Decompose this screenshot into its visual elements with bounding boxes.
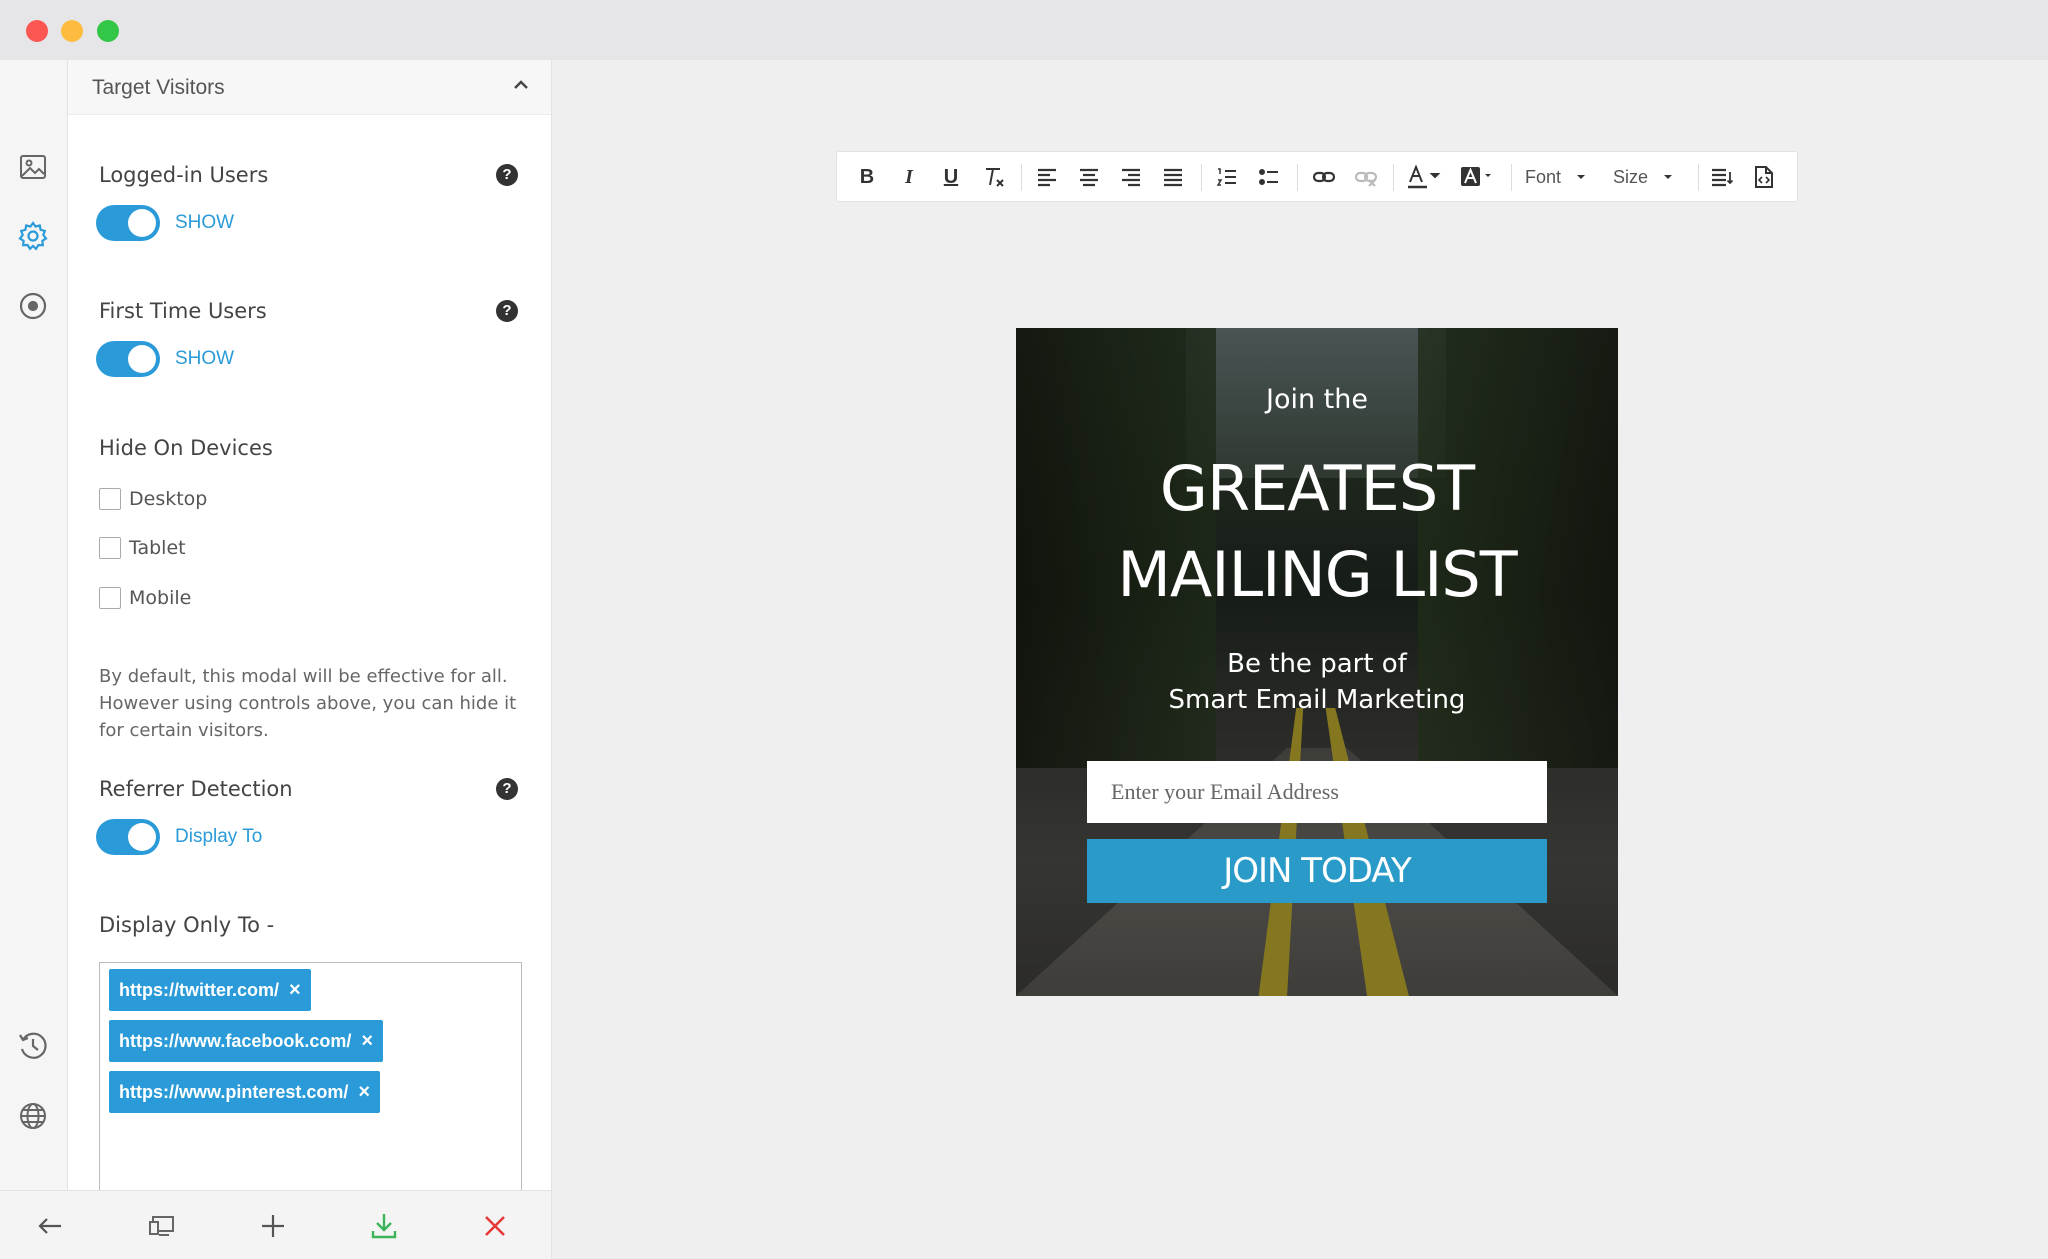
icon-rail <box>0 60 68 1190</box>
toolbar-divider <box>1297 164 1298 191</box>
size-dropdown[interactable]: Size <box>1613 162 1683 192</box>
link-icon[interactable] <box>1309 162 1339 192</box>
action-bar <box>0 1190 552 1259</box>
logged-in-help-icon[interactable]: ? <box>496 164 518 186</box>
toolbar-divider <box>1201 164 1202 191</box>
referrer-detection-label: Referrer Detection <box>99 777 293 801</box>
image-icon[interactable] <box>14 148 52 186</box>
source-code-icon[interactable] <box>1749 162 1779 192</box>
window-close-button[interactable] <box>26 20 48 42</box>
size-caret-icon <box>1664 175 1673 179</box>
logged-in-users-toggle[interactable] <box>96 205 160 241</box>
underline-button[interactable]: U <box>938 162 964 192</box>
display-only-to-label: Display Only To - <box>99 913 275 937</box>
first-time-help-icon[interactable]: ? <box>496 300 518 322</box>
history-icon[interactable] <box>14 1027 52 1065</box>
italic-button[interactable]: I <box>896 162 922 192</box>
desktop-checkbox-label: Desktop <box>129 488 208 510</box>
help-note: By default, this modal will be effective… <box>99 666 517 741</box>
url-tag-text: https://www.facebook.com/ <box>119 1031 352 1051</box>
size-dropdown-label: Size <box>1613 166 1649 187</box>
download-icon[interactable] <box>367 1209 401 1243</box>
hide-on-devices-label: Hide On Devices <box>99 436 273 460</box>
toolbar-divider <box>1511 164 1512 191</box>
popup-subtitle[interactable]: Be the part of Smart Email Marketing <box>1016 646 1618 718</box>
bold-button[interactable]: B <box>854 162 880 192</box>
clear-format-icon[interactable] <box>979 162 1009 192</box>
tablet-checkbox[interactable] <box>99 537 121 559</box>
tablet-checkbox-label: Tablet <box>129 537 186 559</box>
globe-icon[interactable] <box>14 1097 52 1135</box>
referrer-toggle-text: Display To <box>175 826 263 847</box>
join-today-button[interactable]: JOIN TODAY <box>1087 839 1547 903</box>
toggle-knob <box>128 345 156 373</box>
url-tag: https://www.facebook.com/ × <box>109 1020 384 1062</box>
toolbar-divider <box>1393 164 1394 191</box>
title-bar <box>0 0 2048 60</box>
settings-panel: Target Visitors Logged-in Users ? SHOW F… <box>68 60 552 1190</box>
devices-icon[interactable] <box>145 1209 179 1243</box>
mobile-checkbox-label: Mobile <box>129 587 192 609</box>
logged-in-toggle-text: SHOW <box>175 212 235 233</box>
chevron-up-icon[interactable] <box>510 74 532 96</box>
email-field[interactable] <box>1087 761 1547 823</box>
remove-tag-icon[interactable]: × <box>358 1071 370 1113</box>
bullet-list-icon[interactable] <box>1255 162 1283 192</box>
mobile-checkbox[interactable] <box>99 587 121 609</box>
align-center-icon[interactable] <box>1075 162 1103 192</box>
align-right-icon[interactable] <box>1117 162 1145 192</box>
remove-tag-icon[interactable]: × <box>361 1020 373 1062</box>
url-tag-text: https://www.pinterest.com/ <box>119 1082 349 1102</box>
url-tag-input[interactable]: https://twitter.com/ × https://www.facebo… <box>99 962 522 1190</box>
plus-icon[interactable] <box>256 1209 290 1243</box>
section-header-target-visitors[interactable]: Target Visitors <box>68 60 551 115</box>
font-dropdown-label: Font <box>1525 166 1562 187</box>
gear-icon[interactable] <box>14 217 52 255</box>
url-tag: https://www.pinterest.com/ × <box>109 1071 381 1113</box>
url-tag: https://twitter.com/ × <box>109 969 311 1011</box>
remove-tag-icon[interactable]: × <box>289 969 301 1011</box>
window-minimize-button[interactable] <box>61 20 83 42</box>
first-time-users-toggle[interactable] <box>96 341 160 377</box>
align-left-icon[interactable] <box>1033 162 1061 192</box>
toolbar-divider <box>1698 164 1699 191</box>
url-tag-text: https://twitter.com/ <box>119 980 280 1000</box>
background-color-icon[interactable] <box>1458 162 1498 192</box>
text-toolbar: B I U Font Size <box>836 151 1798 202</box>
font-dropdown[interactable]: Font <box>1525 162 1595 192</box>
popup-headline[interactable]: GREATEST MAILING LIST <box>1016 446 1618 618</box>
logged-in-users-label: Logged-in Users <box>99 163 269 187</box>
target-icon[interactable] <box>14 287 52 325</box>
app-window: Target Visitors Logged-in Users ? SHOW F… <box>0 0 2048 1259</box>
optin-popup[interactable]: Join the GREATEST MAILING LIST Be the pa… <box>1016 328 1618 996</box>
popup-headline-line2: MAILING LIST <box>1117 538 1517 611</box>
section-title: Target Visitors <box>92 76 225 99</box>
window-maximize-button[interactable] <box>97 20 119 42</box>
first-time-users-label: First Time Users <box>99 299 267 323</box>
popup-headline-line1: GREATEST <box>1159 452 1475 525</box>
referrer-help-icon[interactable]: ? <box>496 778 518 800</box>
toggle-knob <box>128 823 156 851</box>
popup-pretitle[interactable]: Join the <box>1016 384 1618 415</box>
toggle-knob <box>128 209 156 237</box>
popup-subtitle-line2: Smart Email Marketing <box>1168 685 1466 715</box>
ordered-list-icon[interactable] <box>1213 162 1241 192</box>
font-caret-icon <box>1577 175 1586 179</box>
align-justify-icon[interactable] <box>1159 162 1187 192</box>
close-icon[interactable] <box>478 1209 512 1243</box>
popup-subtitle-line1: Be the part of <box>1227 649 1407 679</box>
desktop-checkbox[interactable] <box>99 488 121 510</box>
text-color-icon[interactable] <box>1405 162 1445 192</box>
unlink-icon[interactable] <box>1351 162 1381 192</box>
referrer-detection-toggle[interactable] <box>96 819 160 855</box>
back-arrow-icon[interactable] <box>33 1209 67 1243</box>
toolbar-divider <box>1021 164 1022 191</box>
first-time-toggle-text: SHOW <box>175 348 235 369</box>
paragraph-format-icon[interactable] <box>1707 162 1737 192</box>
